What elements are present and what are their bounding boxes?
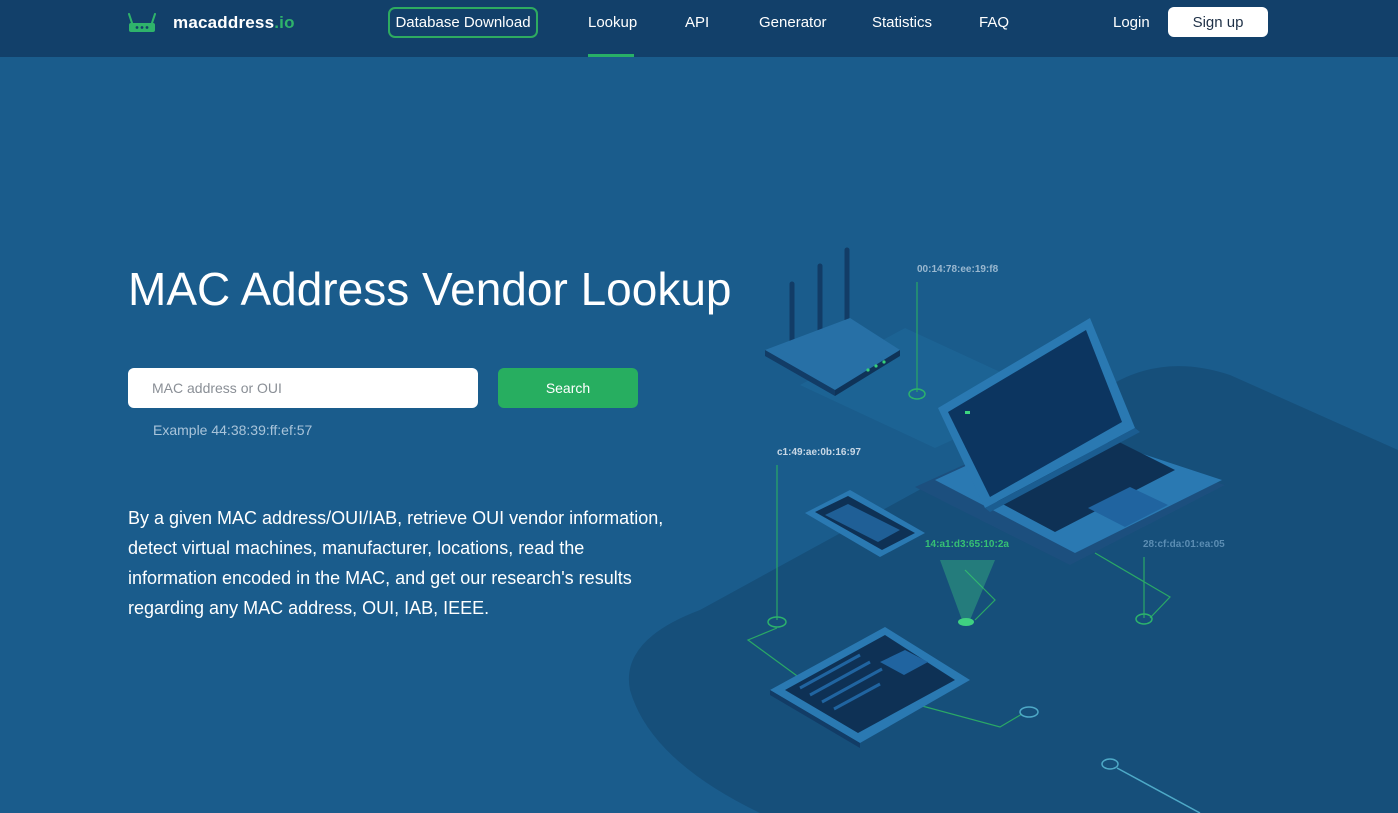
- nav-active-indicator: [588, 54, 634, 57]
- search-example-text: Example 44:38:39:ff:ef:57: [153, 422, 313, 438]
- nav-generator[interactable]: Generator: [759, 14, 827, 31]
- nav-api[interactable]: API: [685, 14, 709, 31]
- nav-lookup[interactable]: Lookup: [588, 14, 637, 31]
- nav-statistics[interactable]: Statistics: [872, 14, 932, 31]
- sign-up-button[interactable]: Sign up: [1168, 7, 1268, 37]
- nav-faq[interactable]: FAQ: [979, 14, 1009, 31]
- mac-label-router: 00:14:78:ee:19:f8: [917, 264, 999, 275]
- hero-description: By a given MAC address/OUI/IAB, retrieve…: [128, 508, 664, 618]
- database-download-button[interactable]: Database Download: [388, 7, 538, 38]
- mac-label-phone: c1:49:ae:0b:16:97: [777, 447, 861, 458]
- router-icon: [128, 13, 156, 32]
- page-title: MAC Address Vendor Lookup: [128, 263, 732, 315]
- login-link[interactable]: Login: [1113, 14, 1150, 31]
- mac-search-input[interactable]: [128, 368, 478, 408]
- search-button[interactable]: Search: [498, 368, 638, 408]
- logo-link[interactable]: macaddress.io: [128, 7, 295, 39]
- mac-label-laptop: 28:cf:da:01:ea:05: [1143, 539, 1225, 550]
- mac-label-beam: 14:a1:d3:65:10:2a: [925, 539, 1009, 550]
- logo-text: macaddress.io: [173, 13, 295, 32]
